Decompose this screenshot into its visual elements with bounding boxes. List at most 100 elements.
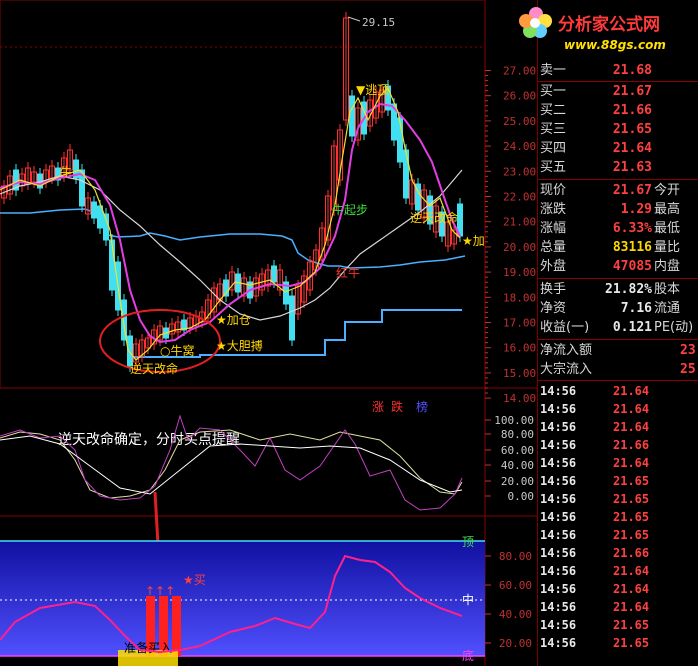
tick-price: 21.65 bbox=[613, 618, 650, 632]
tick-time: 14:56 bbox=[540, 546, 577, 560]
osc-tick-label: 20.00 bbox=[501, 475, 534, 488]
quote-label-2: 今开 bbox=[654, 183, 681, 198]
tick-row: 14:56 21.65 bbox=[538, 634, 698, 652]
divider bbox=[538, 179, 698, 180]
stat-row: 现价 21.67 今开 bbox=[538, 181, 698, 200]
tick-time: 14:56 bbox=[540, 582, 577, 596]
tick-price: 21.64 bbox=[613, 384, 650, 398]
high-price-label: 29.15 bbox=[362, 16, 395, 29]
candle-body bbox=[403, 149, 409, 199]
bid-row: 买一 21.67 bbox=[538, 82, 698, 101]
price-axis: 27.00 26.00 25.00 24.00 23.00 22.00 21.00 20.00… bbox=[485, 65, 536, 405]
price-tick-label: 16.00 bbox=[503, 342, 536, 355]
tick-price: 21.64 bbox=[613, 456, 650, 470]
bottom-band bbox=[0, 541, 485, 656]
candle-body bbox=[91, 201, 97, 219]
buy-arrows: ↑↑↑ bbox=[145, 584, 175, 598]
quote-label: 买四 bbox=[540, 141, 567, 156]
quote-value: 21.68 bbox=[612, 63, 652, 78]
tick-time: 14:56 bbox=[540, 456, 577, 470]
bull-start-label: 牛起步 bbox=[332, 202, 368, 217]
stat-row: 涨跌 1.29 最高 bbox=[538, 200, 698, 219]
osc-tick-label: 80.00 bbox=[501, 428, 534, 441]
osc-tick-label: 60.00 bbox=[501, 444, 534, 457]
site-logo: 分析家公式网 www.88gs.com bbox=[519, 2, 698, 52]
stock-chart[interactable]: 27.00 26.00 25.00 24.00 23.00 22.00 21.00 20.00… bbox=[0, 0, 537, 666]
bid-row: 买五 21.63 bbox=[538, 158, 698, 177]
tick-time: 14:56 bbox=[540, 618, 577, 632]
quote-label: 买五 bbox=[540, 160, 567, 175]
tick-price: 21.66 bbox=[613, 438, 650, 452]
price-tick-label: 23.00 bbox=[503, 165, 536, 178]
bottom-label: 底 bbox=[462, 648, 474, 663]
quote-label: 换手 bbox=[540, 282, 567, 297]
price-tick-label: 22.00 bbox=[503, 191, 536, 204]
logo-title: 分析家公式网 bbox=[558, 15, 660, 35]
bottom-axis: 80.00 60.00 40.00 20.00 bbox=[485, 550, 532, 650]
bid-row: 买二 21.66 bbox=[538, 101, 698, 120]
stat-row: 总量 83116 量比 bbox=[538, 238, 698, 257]
flow-row: 净流入额 23 bbox=[538, 341, 698, 360]
quote-value: 21.66 bbox=[612, 103, 652, 118]
bottom-tick-label: 60.00 bbox=[499, 579, 532, 592]
quote-value: 1.29 bbox=[620, 202, 652, 217]
bull-run-left-label: 牛 bbox=[60, 164, 72, 179]
bottom-tick-label: 80.00 bbox=[499, 550, 532, 563]
legend-up[interactable]: 涨 bbox=[372, 399, 384, 414]
tick-time: 14:56 bbox=[540, 564, 577, 578]
tick-time: 14:56 bbox=[540, 402, 577, 416]
quote-label: 涨跌 bbox=[540, 202, 567, 217]
price-tick-label: 20.00 bbox=[503, 241, 536, 254]
logo-url[interactable]: www.88gs.com bbox=[564, 38, 666, 52]
add-position-label: ★加仓 bbox=[216, 313, 251, 327]
legend-down[interactable]: 跌 bbox=[391, 399, 403, 414]
tick-row: 14:56 21.66 bbox=[538, 544, 698, 562]
legend-list[interactable]: 榜 bbox=[416, 399, 428, 414]
tick-time: 14:56 bbox=[540, 492, 577, 506]
tick-price: 21.64 bbox=[613, 564, 650, 578]
stat-row: 外盘 47085 内盘 bbox=[538, 257, 698, 276]
quote-label: 买二 bbox=[540, 103, 567, 118]
tick-row: 14:56 21.64 bbox=[538, 418, 698, 436]
reverse-fate-right-label: 逆天改命 bbox=[410, 210, 458, 225]
quote-value: 21.82% bbox=[605, 282, 652, 297]
buy-mark-label: ★买 bbox=[183, 573, 206, 587]
flow-label: 大宗流入 bbox=[540, 362, 593, 377]
tick-time: 14:56 bbox=[540, 474, 577, 488]
flow-row: 大宗流入 25 bbox=[538, 360, 698, 379]
quote-label-2: 量比 bbox=[654, 240, 681, 255]
price-tick-label: 17.00 bbox=[503, 317, 536, 330]
stat2-row: 净资 7.16 流通 bbox=[538, 299, 698, 318]
candle-body bbox=[271, 265, 277, 283]
quote-label: 买一 bbox=[540, 84, 567, 99]
quote-value: 6.33% bbox=[612, 221, 652, 236]
ask-row: 卖一 21.68 bbox=[538, 61, 698, 80]
quote-label-2: 最高 bbox=[654, 202, 681, 217]
escape-top-label: ▼逃顶 bbox=[356, 83, 389, 97]
flower-icon bbox=[519, 7, 552, 38]
osc-tick-label: 0.00 bbox=[508, 490, 535, 503]
tick-price: 21.64 bbox=[613, 420, 650, 434]
tick-time: 14:56 bbox=[540, 384, 577, 398]
stat2-row: 收益(一) 0.121 PE(动) bbox=[538, 318, 698, 337]
tick-row: 14:56 21.65 bbox=[538, 526, 698, 544]
red-bull-label: 红牛 bbox=[336, 265, 360, 280]
tick-time: 14:56 bbox=[540, 636, 577, 650]
divider bbox=[538, 339, 698, 340]
osc-tick-label: 100.00 bbox=[494, 414, 534, 427]
stat-row: 涨幅 6.33% 最低 bbox=[538, 219, 698, 238]
tick-row: 14:56 21.65 bbox=[538, 472, 698, 490]
quote-value: 7.16 bbox=[620, 301, 652, 316]
tick-price: 21.66 bbox=[613, 546, 650, 560]
tick-time: 14:56 bbox=[540, 528, 577, 542]
tick-time: 14:56 bbox=[540, 438, 577, 452]
quote-label-2: PE(动) bbox=[654, 320, 694, 335]
quote-label-2: 最低 bbox=[654, 221, 681, 236]
quote-label-2: 内盘 bbox=[654, 259, 681, 274]
add-right-label: ★加 bbox=[462, 234, 485, 248]
buy-bar-3 bbox=[172, 596, 181, 656]
tick-price: 21.65 bbox=[613, 528, 650, 542]
divider bbox=[538, 278, 698, 279]
quote-label: 涨幅 bbox=[540, 221, 567, 236]
tick-row: 14:56 21.64 bbox=[538, 580, 698, 598]
